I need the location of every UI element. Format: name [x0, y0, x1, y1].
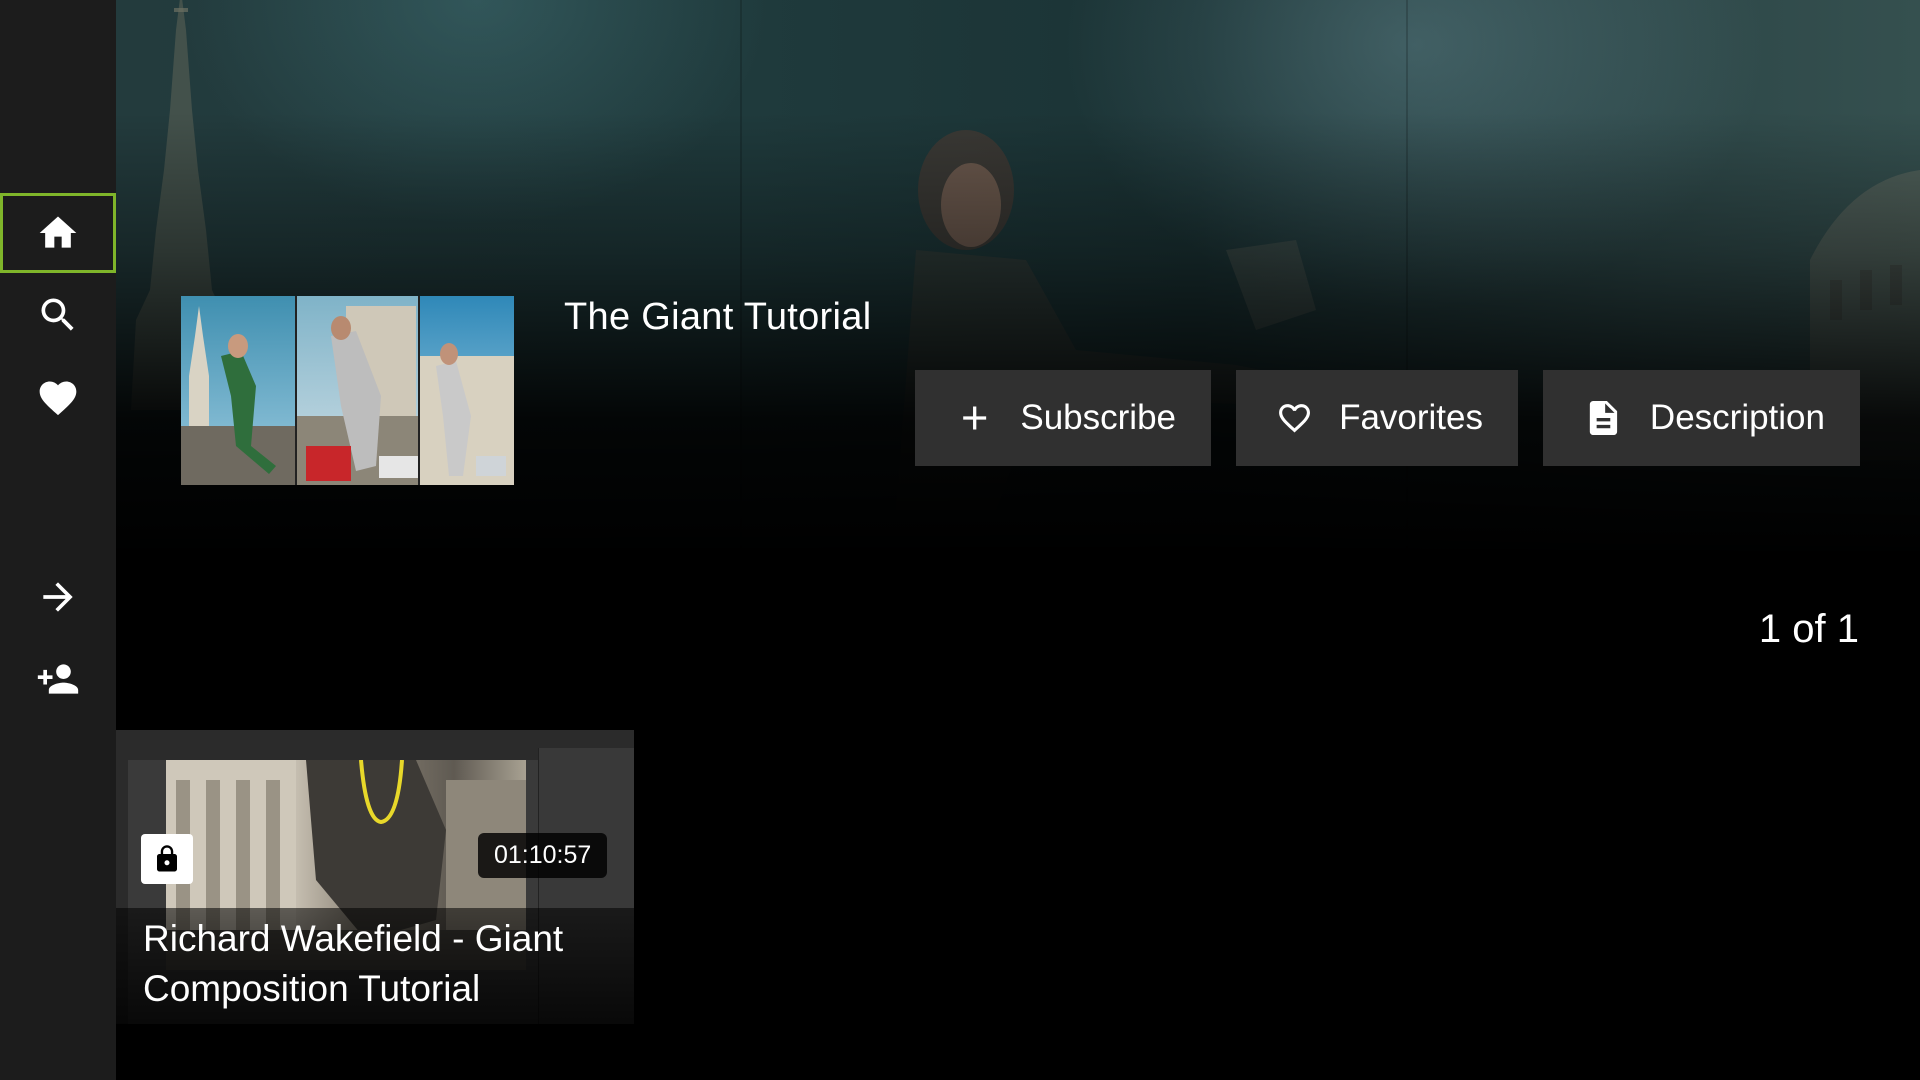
document-icon [1589, 400, 1618, 436]
show-thumbnail-image [181, 296, 514, 485]
favorites-label: Favorites [1339, 398, 1483, 437]
plus-icon [963, 406, 987, 430]
show-thumbnail [181, 296, 514, 485]
sidebar-item-sign-in[interactable] [0, 557, 116, 637]
subscribe-label: Subscribe [1020, 398, 1176, 437]
duration-badge: 01:10:57 [478, 833, 608, 878]
episode-title: Richard Wakefield - Giant Composition Tu… [143, 918, 564, 1009]
show-title: The Giant Tutorial [564, 296, 872, 338]
description-button[interactable]: Description [1543, 370, 1860, 466]
heart-outline-icon [1279, 404, 1310, 433]
sidebar-item-search[interactable] [0, 275, 116, 355]
arrow-right-icon [43, 582, 73, 612]
sidebar-item-home[interactable] [0, 193, 116, 273]
lock-icon [157, 845, 177, 872]
episode-card[interactable]: 01:10:57 Richard Wakefield - Giant Compo… [116, 730, 634, 1024]
heart-icon [39, 381, 77, 416]
favorites-button[interactable]: Favorites [1236, 370, 1518, 466]
locked-badge [141, 834, 193, 884]
sidebar-item-favorites[interactable] [0, 358, 116, 438]
person-add-icon [37, 664, 79, 694]
app-root: The Giant Tutorial Subscribe Favorites D… [0, 0, 1920, 1080]
search-icon [41, 298, 74, 331]
home-icon [39, 216, 77, 248]
subscribe-button[interactable]: Subscribe [915, 370, 1211, 466]
show-actions: Subscribe Favorites Description [915, 370, 1860, 466]
sidebar-item-add-account[interactable] [0, 639, 116, 719]
description-label: Description [1649, 398, 1825, 437]
sidebar [0, 0, 116, 1080]
pagination-indicator: 1 of 1 [1758, 607, 1859, 651]
